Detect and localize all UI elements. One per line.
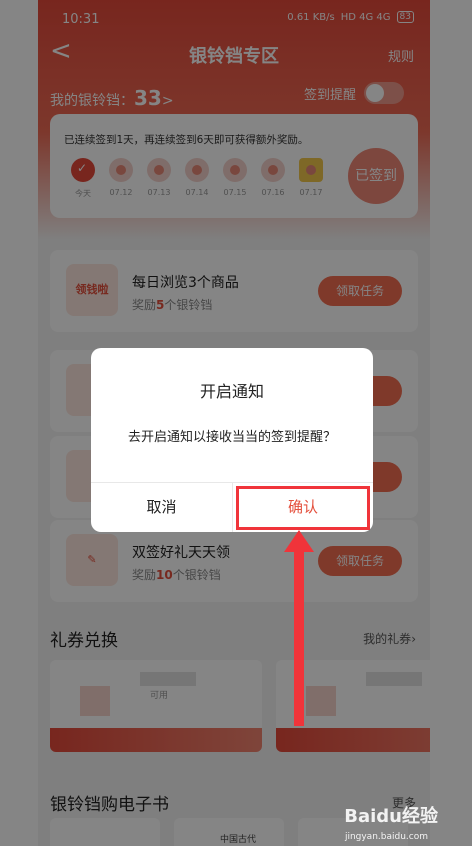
pointer-arrow-icon: [284, 530, 314, 726]
baidu-watermark: Baidu经验: [344, 806, 438, 827]
cancel-button[interactable]: 取消: [91, 482, 232, 532]
watermark-url: jingyan.baidu.com: [344, 832, 428, 842]
dialog-message: 去开启通知以接收当当的签到提醒？: [127, 430, 336, 445]
confirm-highlight-box: [236, 486, 370, 530]
dialog-title: 开启通知: [199, 382, 264, 401]
arrow-shape: [284, 530, 314, 726]
